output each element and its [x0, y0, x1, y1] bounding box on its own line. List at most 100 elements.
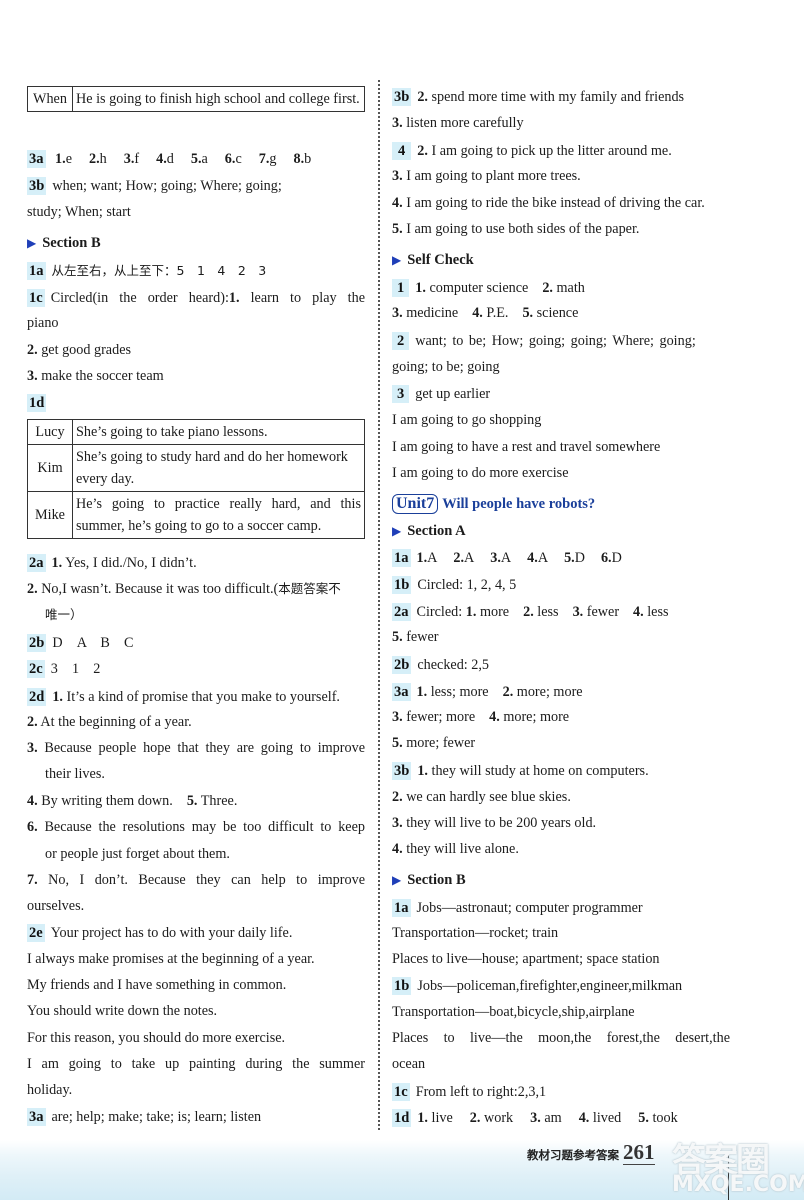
item-number: 3. [392, 815, 403, 831]
table-cell-name: Mike [27, 491, 73, 539]
item-number: 5. [522, 305, 534, 321]
item-number: 2. [89, 151, 100, 167]
answer-item: 2.A [453, 550, 474, 566]
table-row: Kim She’s going to study hard and do her… [27, 444, 365, 492]
ex-1d-heading: 1d [27, 394, 52, 412]
item-number: 1. [416, 550, 428, 566]
exercise-label: 2a [27, 554, 46, 572]
answer-text: science [533, 305, 579, 321]
item-number: 4. [472, 305, 483, 321]
section-title: Section B [407, 872, 466, 888]
ex-2c: 2c 3 1 2 [27, 660, 100, 678]
exercise-label: 1c [392, 1083, 410, 1101]
sc-2-line2: going; to be; going [392, 359, 500, 375]
a-3a-line2: 3. fewer; more 4. more; more [392, 708, 569, 726]
exercise-label: 1d [27, 394, 47, 412]
item-number: 1. [55, 151, 66, 167]
answer-text: are; help; make; take; is; learn; listen [51, 1109, 262, 1125]
self-check-heading: ▶ Self Check [392, 251, 474, 269]
answer-item: 1.A [417, 550, 438, 566]
answer-text: Jobs—policeman,firefighter,engineer,milk… [417, 978, 683, 994]
b-1a-line2: Transportation—rocket; train [392, 925, 559, 941]
a-1a: 1a 1.A 2.A 3.A 4.A 5.D 6.D [392, 549, 622, 567]
answer-item: 1. live [417, 1110, 452, 1126]
exercise-label: 1 [392, 279, 410, 297]
ex-1c-line1: 1c Circled(in the order heard):1. learn t… [27, 289, 365, 307]
item-number: 6. [600, 550, 612, 566]
answer-text: more [476, 604, 510, 620]
exercise-label: 2a [392, 603, 411, 621]
answer-item: 6.D [601, 550, 622, 566]
ex-2e-line: My friends and I have something in commo… [27, 977, 287, 993]
item-number: 2. [453, 550, 465, 566]
item-number: 3. [392, 115, 403, 131]
item-number: 1. [51, 555, 63, 571]
ex-2d-item6: 6. Because the resolutions may be too di… [27, 818, 365, 836]
answer-item: 7.g [259, 151, 277, 167]
answer-text: listen more carefully [402, 115, 524, 131]
triangle-bullet-icon: ▶ [27, 236, 37, 250]
triangle-bullet-icon: ▶ [392, 253, 402, 267]
answer-item: 1.e [55, 151, 72, 167]
item-number: 2. [27, 714, 38, 730]
answer-text: medicine [402, 305, 459, 321]
answer-text: 从左至右，从上至下：5 1 4 2 3 [51, 263, 267, 278]
unit-heading: Unit7 Will people have robots? [392, 494, 595, 514]
ex-1c-item2: 2. get good grades [27, 341, 131, 359]
answer-value: h [99, 151, 107, 167]
answer-text: when; want; How; going; Where; going; [52, 178, 282, 194]
answer-value: b [304, 151, 312, 167]
page-number: 261 [623, 1140, 655, 1165]
answer-item: 6.c [225, 151, 242, 167]
answer-text: Your project has to do with your daily l… [50, 925, 293, 941]
answer-text: spend more time with my family and frien… [427, 89, 685, 105]
exercise-label: 3a [392, 683, 411, 701]
answer-value: f [134, 151, 140, 167]
exercise-label: 2 [392, 332, 410, 350]
answer-item: 2. work [470, 1110, 513, 1126]
item-number: 4. [392, 195, 403, 211]
item-number: 8. [293, 151, 305, 167]
ex-2b: 2b D A B C [27, 634, 134, 652]
item-number: 2. [523, 604, 534, 620]
item-number: 7. [258, 151, 270, 167]
plans-table: Lucy She’s going to take piano lessons. … [27, 419, 365, 539]
item-number: 1. [417, 763, 428, 779]
ex-2d-item3-cont: their lives. [45, 766, 105, 782]
answer-value: am [540, 1110, 562, 1126]
triangle-bullet-icon: ▶ [392, 873, 402, 887]
b-1b-line1: 1b Jobs—policeman,firefighter,engineer,mi… [392, 977, 682, 995]
answer-value: A [464, 550, 475, 566]
answer-item: 5.D [564, 550, 585, 566]
a-2a-line2: 5. fewer [392, 628, 438, 646]
answer-text: By writing them down. [37, 793, 173, 809]
answer-item: 3.f [124, 151, 139, 167]
answer-text: I am going to use both sides of the pape… [402, 221, 640, 237]
answer-text: math [552, 280, 585, 296]
a-3b-item2: 2. we can hardly see blue skies. [392, 788, 571, 806]
section-a-heading: ▶ Section A [392, 522, 466, 540]
answer-text: make the soccer team [37, 368, 164, 384]
answer-value: A [427, 550, 438, 566]
ex-2e-line: holiday. [27, 1082, 73, 1098]
item-number: 2. [417, 89, 428, 105]
answer-text: Jobs—astronaut; computer programmer [416, 900, 643, 916]
ex-2d-item4-5: 4. By writing them down. 5. Three. [27, 792, 237, 810]
sc-1-line1: 1 1. computer science 2. math [392, 279, 585, 297]
item-number: 2. [392, 789, 403, 805]
exercise-label: 2e [27, 924, 45, 942]
exercise-label: 4 [392, 142, 412, 160]
ex-2a-item2: 2. No,I wasn’t. Because it was too diffi… [27, 580, 341, 598]
exercise-label: 2b [392, 656, 412, 674]
exercise-label: 1a [392, 899, 411, 917]
answer-text: more; more [513, 684, 583, 700]
answer-text: P.E. [482, 305, 509, 321]
answer-text: I am going to pick up the litter around … [427, 143, 672, 159]
answer-text: I am going to plant more trees. [402, 168, 581, 184]
exercise-label: 3b [392, 762, 412, 780]
answer-text: Circled(in the order heard): [50, 290, 229, 306]
item-number: 5. [186, 793, 198, 809]
ex-2d-item7: 7. No, I don’t. Because they can help to… [27, 871, 365, 889]
item-number: 5. [638, 1110, 649, 1126]
item-number: 5. [392, 629, 403, 645]
